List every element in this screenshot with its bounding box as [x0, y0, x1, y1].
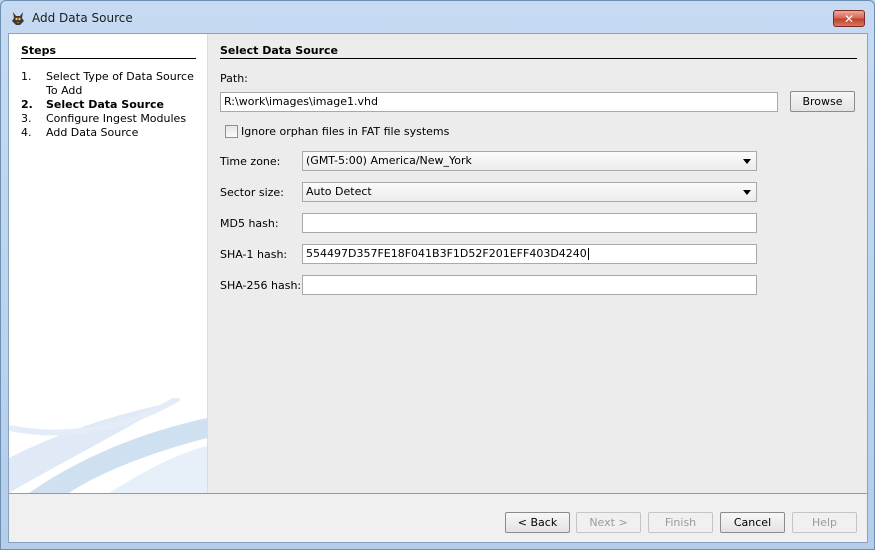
sha256-label: SHA-256 hash: — [220, 279, 302, 292]
text-caret — [587, 248, 589, 260]
finish-button[interactable]: Finish — [648, 512, 713, 533]
dropdown-arrow-icon — [743, 190, 751, 195]
step-item-current: 2. Select Data Source — [21, 98, 199, 112]
next-button[interactable]: Next > — [576, 512, 641, 533]
path-label: Path: — [220, 72, 248, 85]
step-label: Select Type of Data Source To Add — [46, 70, 194, 97]
step-number: 1. — [21, 70, 32, 83]
sector-size-label: Sector size: — [220, 186, 284, 199]
app-icon — [12, 12, 24, 25]
close-button[interactable]: ✕ — [833, 10, 865, 27]
md5-label: MD5 hash: — [220, 217, 279, 230]
cancel-button[interactable]: Cancel — [720, 512, 785, 533]
title-bar[interactable]: Add Data Source ✕ — [1, 1, 874, 33]
step-number: 2. — [21, 98, 33, 111]
back-button[interactable]: < Back — [505, 512, 570, 533]
step-number: 4. — [21, 126, 32, 139]
step-label: Configure Ingest Modules — [46, 112, 187, 125]
step-number: 3. — [21, 112, 32, 125]
sha1-hash-value: 554497D357FE18F041B3F1D52F201EFF403D4240 — [306, 247, 587, 260]
sector-size-select[interactable]: Auto Detect — [302, 182, 757, 202]
sha1-label: SHA-1 hash: — [220, 248, 288, 261]
select-data-source-panel: Select Data Source Path: R:\work\images\… — [207, 34, 867, 493]
steps-pane: Steps 1. Select Type of Data Source To A… — [9, 34, 207, 493]
ignore-orphan-label: Ignore orphan files in FAT file systems — [241, 125, 450, 138]
timezone-label: Time zone: — [220, 155, 281, 168]
browse-button[interactable]: Browse — [790, 91, 855, 112]
timezone-value: (GMT-5:00) America/New_York — [306, 154, 472, 167]
close-icon: ✕ — [843, 11, 855, 26]
sha256-hash-input[interactable] — [302, 275, 757, 295]
panel-title: Select Data Source — [220, 44, 339, 57]
md5-hash-input[interactable] — [302, 213, 757, 233]
window-title: Add Data Source — [32, 11, 133, 25]
sha1-hash-input[interactable]: 554497D357FE18F041B3F1D52F201EFF403D4240 — [302, 244, 757, 264]
steps-heading: Steps — [21, 44, 57, 57]
timezone-select[interactable]: (GMT-5:00) America/New_York — [302, 151, 757, 171]
step-label: Add Data Source — [46, 126, 139, 139]
steps-list: 1. Select Type of Data Source To Add 2. … — [21, 70, 199, 140]
help-button[interactable]: Help — [792, 512, 857, 533]
footer-divider — [9, 493, 867, 494]
ignore-orphan-checkbox[interactable] — [225, 125, 238, 138]
step-item: 4. Add Data Source — [21, 126, 199, 140]
sector-size-value: Auto Detect — [306, 185, 372, 198]
add-data-source-window: Add Data Source ✕ Steps 1. Select Type o… — [0, 0, 875, 550]
step-label: Select Data Source — [46, 98, 165, 111]
step-item: 3. Configure Ingest Modules — [21, 112, 199, 126]
panel-divider — [220, 58, 857, 59]
dialog-client-area: Steps 1. Select Type of Data Source To A… — [8, 33, 868, 543]
dropdown-arrow-icon — [743, 159, 751, 164]
path-input[interactable]: R:\work\images\image1.vhd — [220, 92, 778, 112]
steps-divider — [21, 58, 196, 59]
decorative-swoosh-graphic — [9, 398, 207, 493]
step-item: 1. Select Type of Data Source To Add — [21, 70, 199, 98]
